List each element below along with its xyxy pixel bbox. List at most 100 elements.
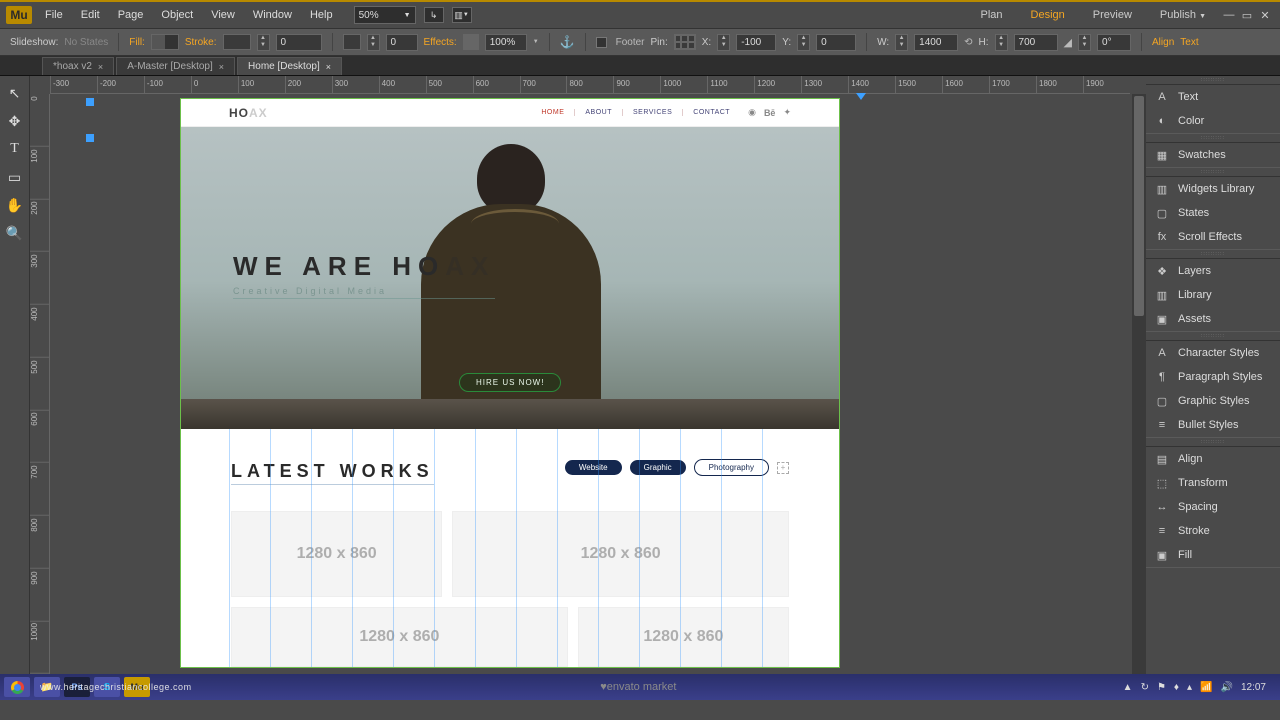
mode-plan[interactable]: Plan bbox=[967, 9, 1017, 21]
menu-help[interactable]: Help bbox=[301, 9, 342, 21]
nav-home[interactable]: HOME bbox=[531, 109, 574, 116]
footer-checkbox[interactable] bbox=[596, 37, 607, 48]
effects-swatch[interactable] bbox=[463, 34, 479, 50]
selection-tool[interactable]: ↖ bbox=[4, 82, 26, 104]
panel-widgets-library[interactable]: ▥Widgets Library bbox=[1146, 177, 1280, 201]
zoom-dropdown[interactable]: 50%▼ bbox=[354, 6, 416, 24]
tool-btn-2[interactable]: ▥▼ bbox=[452, 7, 472, 23]
stroke-weight-input[interactable] bbox=[276, 34, 322, 51]
tray-network-icon[interactable]: ▴ bbox=[1187, 682, 1192, 693]
tray-volume-icon[interactable]: 🔊 bbox=[1221, 682, 1233, 693]
rotation-input[interactable] bbox=[1097, 34, 1131, 51]
design-canvas[interactable]: HOAX HOME ABOUT SERVICES CONTACT ◉ Bē ✦ … bbox=[180, 98, 840, 668]
panel-text[interactable]: AText bbox=[1146, 85, 1280, 109]
crop-tool[interactable]: ✥ bbox=[4, 110, 26, 132]
stroke-spin[interactable]: ▲▼ bbox=[257, 34, 270, 51]
menu-page[interactable]: Page bbox=[109, 9, 153, 21]
panel-grip[interactable]: :::::::::: bbox=[1146, 76, 1280, 84]
panel-paragraph-styles[interactable]: ¶Paragraph Styles bbox=[1146, 365, 1280, 389]
link-icon[interactable]: ⟲ bbox=[964, 37, 972, 48]
panel-spacing[interactable]: ↔Spacing bbox=[1146, 495, 1280, 519]
menu-view[interactable]: View bbox=[202, 9, 244, 21]
panel-swatches[interactable]: ▦Swatches bbox=[1146, 143, 1280, 167]
add-pill-button[interactable]: + bbox=[777, 462, 789, 474]
tray-up-icon[interactable]: ▲ bbox=[1123, 682, 1133, 693]
align-link[interactable]: Align bbox=[1152, 37, 1174, 48]
menu-file[interactable]: File bbox=[36, 9, 72, 21]
work-card[interactable]: 1280 x 860 bbox=[452, 511, 789, 597]
pill-photography[interactable]: Photography bbox=[694, 459, 769, 476]
corner-spin[interactable]: ▲▼ bbox=[367, 34, 380, 51]
scrollbar-vertical[interactable] bbox=[1132, 94, 1146, 674]
pill-graphic[interactable]: Graphic bbox=[630, 460, 686, 475]
h-spin[interactable]: ▲▼ bbox=[995, 34, 1008, 51]
slideshow-value[interactable]: No States bbox=[64, 37, 108, 48]
doc-tab-0[interactable]: *hoax v2× bbox=[42, 57, 114, 75]
panel-bullet-styles[interactable]: ≡Bullet Styles bbox=[1146, 413, 1280, 437]
section-title[interactable]: LATEST WORKS bbox=[231, 459, 434, 485]
panel-color[interactable]: ◐Color bbox=[1146, 109, 1280, 133]
corner-input[interactable] bbox=[386, 34, 418, 51]
text-tool[interactable]: T bbox=[4, 138, 26, 160]
x-input[interactable] bbox=[736, 34, 776, 51]
tray-shield-icon[interactable]: ♦ bbox=[1174, 682, 1179, 693]
twitter-icon[interactable]: ✦ bbox=[783, 107, 791, 118]
tray-sync-icon[interactable]: ↻ bbox=[1141, 682, 1149, 693]
hand-tool[interactable]: ✋ bbox=[4, 194, 26, 216]
scrollbar-thumb[interactable] bbox=[1134, 96, 1144, 316]
stroke-swatch[interactable] bbox=[223, 34, 251, 50]
tool-btn-1[interactable]: ↳ bbox=[424, 7, 444, 23]
window-close[interactable]: ✕ bbox=[1256, 9, 1274, 22]
pin-grid[interactable] bbox=[674, 34, 696, 50]
x-spin[interactable]: ▲▼ bbox=[717, 34, 730, 51]
tray-signal-icon[interactable]: 📶 bbox=[1200, 682, 1212, 693]
corner-swatch[interactable] bbox=[343, 34, 361, 50]
panel-grip[interactable]: :::::::::: bbox=[1146, 332, 1280, 340]
window-minimize[interactable]: — bbox=[1220, 9, 1238, 21]
guide-marker[interactable] bbox=[86, 98, 94, 106]
guide-marker[interactable] bbox=[86, 134, 94, 142]
mode-design[interactable]: Design bbox=[1017, 9, 1079, 21]
fill-swatch[interactable] bbox=[151, 34, 179, 50]
nav-contact[interactable]: CONTACT bbox=[682, 109, 740, 116]
panel-grip[interactable]: :::::::::: bbox=[1146, 134, 1280, 142]
work-card[interactable]: 1280 x 860 bbox=[231, 607, 568, 667]
h-input[interactable] bbox=[1014, 34, 1058, 51]
menu-edit[interactable]: Edit bbox=[72, 9, 109, 21]
rectangle-tool[interactable]: ▭ bbox=[4, 166, 26, 188]
hero-section[interactable]: HOAX HOME ABOUT SERVICES CONTACT ◉ Bē ✦ … bbox=[181, 99, 839, 429]
panel-fill[interactable]: ▣Fill bbox=[1146, 543, 1280, 567]
taskbar-chrome[interactable] bbox=[4, 677, 30, 697]
panel-grip[interactable]: :::::::::: bbox=[1146, 168, 1280, 176]
mode-preview[interactable]: Preview bbox=[1079, 9, 1146, 21]
mode-publish[interactable]: Publish ▼ bbox=[1146, 9, 1220, 21]
dribbble-icon[interactable]: ◉ bbox=[748, 107, 756, 118]
anchor-icon[interactable]: ⚓ bbox=[560, 35, 575, 49]
hero-text[interactable]: WE ARE HOAX Creative Digital Media bbox=[233, 251, 495, 299]
chevron-down-icon[interactable]: ▼ bbox=[533, 39, 539, 45]
menu-object[interactable]: Object bbox=[152, 9, 202, 21]
panel-grip[interactable]: :::::::::: bbox=[1146, 438, 1280, 446]
opacity-input[interactable] bbox=[485, 34, 527, 51]
close-icon[interactable]: × bbox=[326, 62, 331, 72]
page-width-marker[interactable] bbox=[856, 93, 866, 100]
close-icon[interactable]: × bbox=[219, 62, 224, 72]
panel-align[interactable]: ▤Align bbox=[1146, 447, 1280, 471]
panel-transform[interactable]: ⬚Transform bbox=[1146, 471, 1280, 495]
panel-layers[interactable]: ❖Layers bbox=[1146, 259, 1280, 283]
panel-graphic-styles[interactable]: ▢Graphic Styles bbox=[1146, 389, 1280, 413]
menu-window[interactable]: Window bbox=[244, 9, 301, 21]
cta-button[interactable]: HIRE US NOW! bbox=[459, 373, 561, 392]
panel-assets[interactable]: ▣Assets bbox=[1146, 307, 1280, 331]
tray-flag-icon[interactable]: ⚑ bbox=[1157, 682, 1166, 693]
nav-about[interactable]: ABOUT bbox=[574, 109, 622, 116]
panel-character-styles[interactable]: ACharacter Styles bbox=[1146, 341, 1280, 365]
window-restore[interactable]: ▭ bbox=[1238, 9, 1256, 22]
clock[interactable]: 12:07 bbox=[1241, 682, 1266, 693]
nav-services[interactable]: SERVICES bbox=[622, 109, 682, 116]
zoom-tool[interactable]: 🔍 bbox=[4, 222, 26, 244]
behance-icon[interactable]: Bē bbox=[764, 108, 776, 118]
w-spin[interactable]: ▲▼ bbox=[895, 34, 908, 51]
panel-grip[interactable]: :::::::::: bbox=[1146, 250, 1280, 258]
panel-library[interactable]: ▥Library bbox=[1146, 283, 1280, 307]
